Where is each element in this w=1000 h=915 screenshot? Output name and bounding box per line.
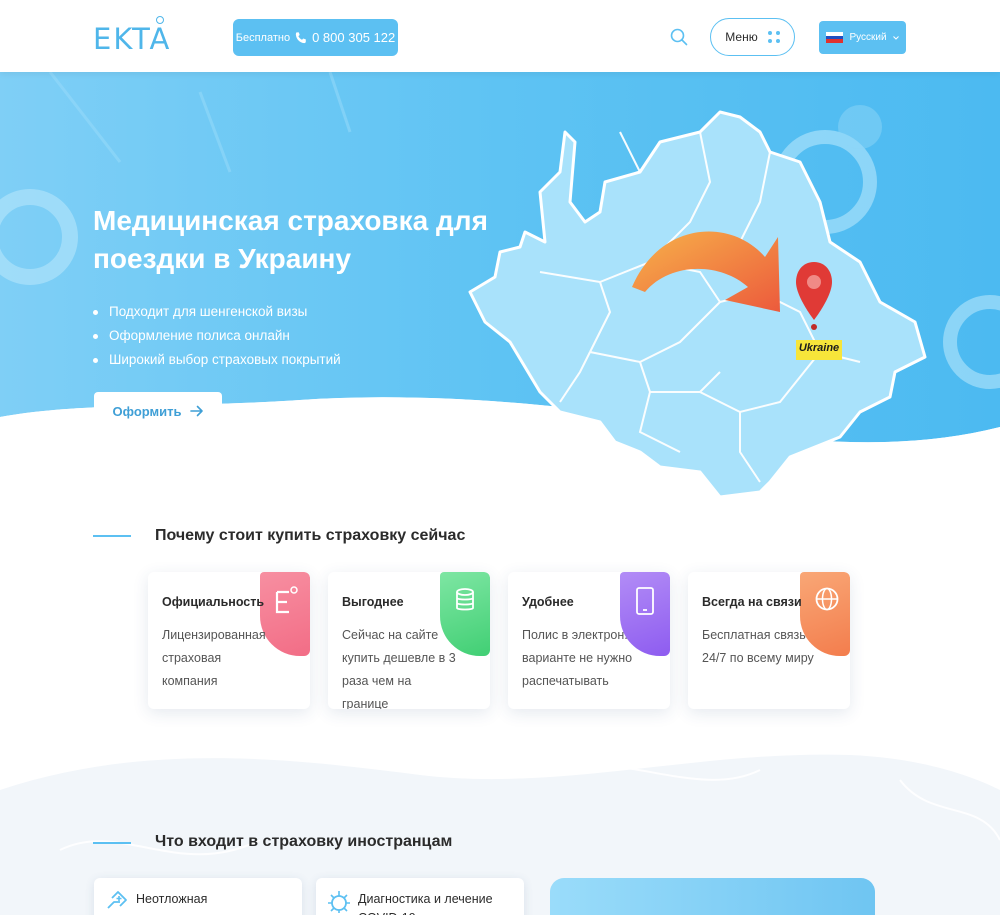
ukraine-map-label: Ukraine: [798, 342, 840, 354]
ekta-e-icon: [275, 586, 298, 614]
hero-title: Медицинская страховка для поездки в Укра…: [93, 205, 488, 274]
apply-button[interactable]: Оформить: [94, 392, 222, 430]
language-label: Русский: [849, 32, 887, 43]
menu-dots-icon: [767, 31, 780, 43]
language-select[interactable]: Русский: [819, 21, 906, 54]
logo[interactable]: EKTA: [93, 22, 171, 56]
card-title: Всегда на связи: [702, 595, 802, 609]
benefit-card-official: Официальность Лицензированная страховая …: [148, 572, 310, 709]
virus-icon: [328, 891, 350, 913]
coverage-item-covid[interactable]: Диагностика и лечение COVID-19: [316, 878, 524, 915]
coverage-item-text: Неотложная стационарная помощь: [136, 892, 267, 915]
includes-section-title: Что входит в страховку иностранцам: [155, 833, 453, 850]
coverage-item-text: Диагностика и лечение COVID-19: [358, 892, 493, 915]
smartphone-icon: [636, 587, 654, 615]
card-title: Выгоднее: [342, 595, 404, 609]
hero-bullet: Широкий выбор страховых покрытий: [93, 348, 341, 372]
menu-label: Меню: [725, 30, 758, 44]
europe-map: [468, 110, 927, 499]
promo-card: [550, 878, 875, 915]
benefit-card-cheaper: Выгоднее Сейчас на сайте купить дешевле …: [328, 572, 490, 709]
card-title: Удобнее: [522, 595, 574, 609]
hero-benefits-list: Подходит для шенгенской визы Оформление …: [93, 300, 341, 372]
phone-number: 0 800 305 122: [312, 30, 396, 45]
section-divider: [93, 842, 131, 844]
card-text: Лицензированная страховая компания: [162, 628, 266, 688]
card-text: Бесплатная связь 24/7 по всему миру: [702, 628, 814, 665]
hero-bullet: Оформление полиса онлайн: [93, 324, 341, 348]
coverage-item-inpatient[interactable]: Неотложная стационарная помощь: [94, 878, 302, 915]
arrow-right-icon: [189, 405, 203, 417]
phone-prefix: Бесплатно: [235, 31, 291, 44]
hero-bullet: Подходит для шенгенской визы: [93, 300, 341, 324]
site-header: EKTA Бесплатно 0 800 305 122 Меню Русски…: [0, 0, 1000, 72]
card-title: Официальность: [162, 595, 265, 609]
search-icon[interactable]: [670, 28, 688, 46]
globe-icon: [815, 587, 839, 611]
coins-icon: [456, 588, 474, 611]
benefit-card-support: Всегда на связи Бесплатная связь 24/7 по…: [688, 572, 850, 709]
hero-section: Ukraine Медицинская страховка для поездк…: [0, 72, 1000, 502]
card-text: Сейчас на сайте купить дешевле в 3 раза …: [342, 628, 456, 709]
why-section-title: Почему стоит купить страховку сейчас: [155, 527, 466, 544]
logo-ring-icon: [156, 16, 164, 24]
chevron-down-icon: [892, 35, 899, 40]
phone-icon: [295, 31, 306, 43]
hospital-hand-icon: [107, 891, 127, 909]
benefit-card-convenient: Удобнее Полис в электрон. варианте не ну…: [508, 572, 670, 709]
section-divider: [93, 535, 131, 537]
apply-button-label: Оформить: [112, 403, 182, 419]
russia-flag-icon: [826, 32, 844, 44]
menu-button[interactable]: Меню: [710, 18, 795, 56]
free-phone-button[interactable]: Бесплатно 0 800 305 122: [233, 19, 398, 56]
card-text: Полис в электрон. варианте не нужно расп…: [522, 628, 633, 688]
